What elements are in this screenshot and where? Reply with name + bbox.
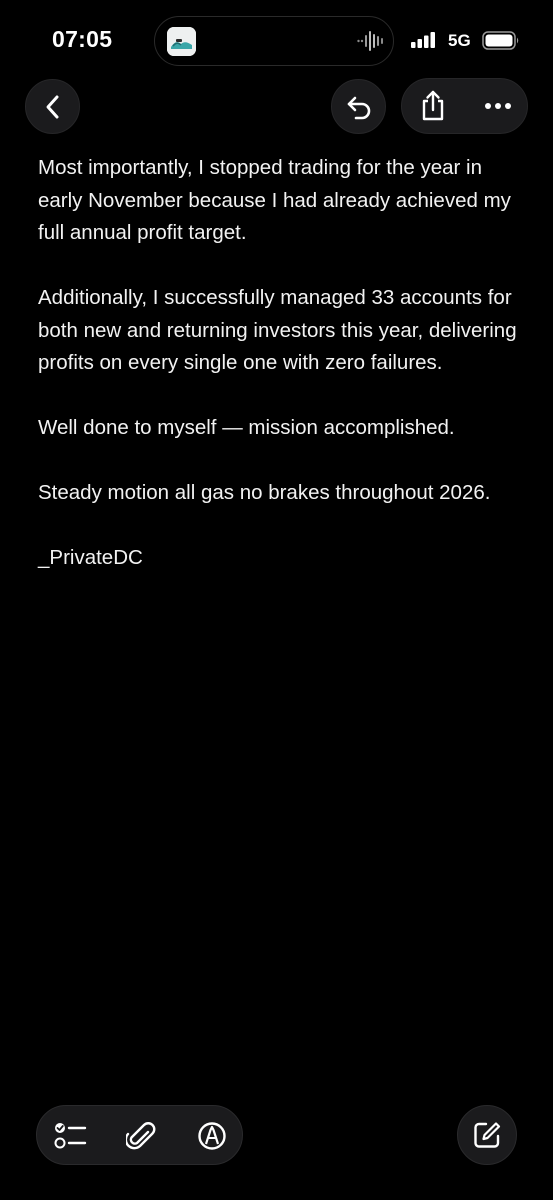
checklist-button[interactable] [51, 1116, 91, 1156]
more-options-button[interactable] [478, 87, 518, 125]
checklist-icon [54, 1121, 88, 1151]
status-bar: 07:05 5G [0, 0, 553, 82]
cellular-signal-icon [411, 32, 437, 48]
note-paragraph: Additionally, I successfully managed 33 … [38, 286, 517, 374]
new-note-button[interactable] [457, 1105, 517, 1165]
status-time: 07:05 [52, 26, 113, 52]
chevron-left-icon [43, 94, 63, 120]
back-button[interactable] [25, 79, 80, 134]
battery-icon [482, 31, 520, 50]
share-button[interactable] [414, 87, 452, 125]
network-type-label: 5G [448, 31, 471, 50]
note-paragraph: Steady motion all gas no brakes througho… [38, 481, 491, 504]
audio-waveform-icon [357, 30, 383, 52]
note-paragraph: Most importantly, I stopped trading for … [38, 156, 511, 244]
note-signature: _PrivateDC [38, 546, 143, 569]
markup-pen-icon [197, 1121, 227, 1151]
ellipsis-icon [484, 102, 512, 110]
note-paragraph: Well done to myself — mission accomplish… [38, 416, 455, 439]
undo-button[interactable] [331, 79, 386, 134]
note-body[interactable]: Most importantly, I stopped trading for … [38, 152, 528, 607]
compose-icon [472, 1120, 502, 1150]
action-button-group [401, 78, 528, 134]
paperclip-icon [126, 1120, 156, 1152]
formatting-toolbar [36, 1105, 243, 1165]
markup-button[interactable] [192, 1116, 232, 1156]
share-icon [420, 90, 446, 122]
dynamic-island[interactable] [154, 16, 394, 66]
undo-arrow-icon [345, 94, 373, 120]
attach-button[interactable] [121, 1116, 161, 1156]
now-playing-app-icon [167, 27, 196, 56]
